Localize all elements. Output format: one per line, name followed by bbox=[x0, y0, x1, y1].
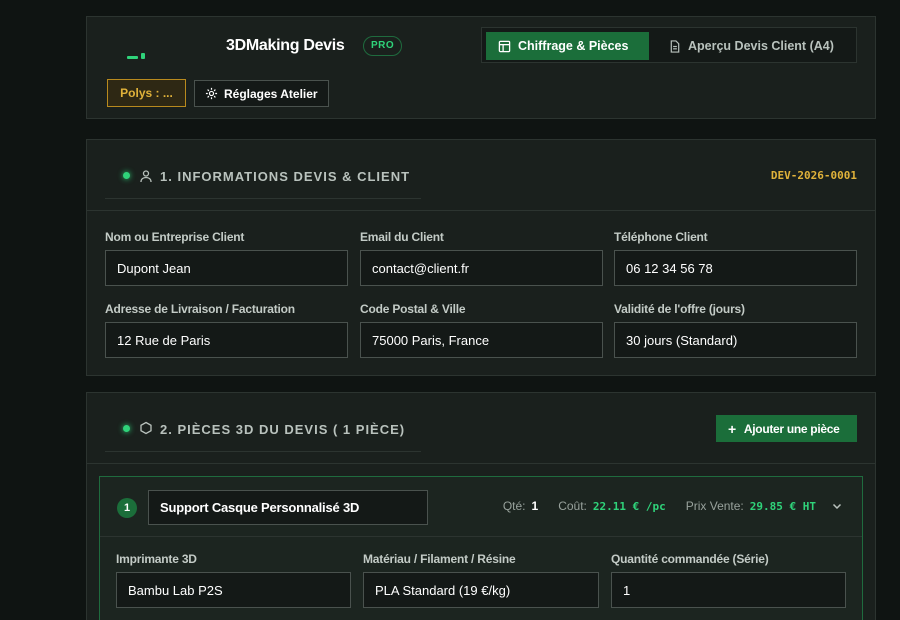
layout-icon bbox=[498, 40, 511, 52]
quantity-label: Quantité commandée (Série) bbox=[611, 552, 769, 566]
piece-card: 1 Support Casque Personnalisé 3D Qté: 1 … bbox=[99, 476, 863, 620]
printer-label: Imprimante 3D bbox=[116, 552, 197, 566]
document-icon bbox=[670, 39, 680, 53]
add-piece-label: Ajouter une pièce bbox=[743, 421, 840, 436]
client-name-label: Nom ou Entreprise Client bbox=[105, 230, 245, 244]
polys-button[interactable]: Polys : ... bbox=[107, 79, 186, 107]
chevron-down-icon[interactable] bbox=[830, 499, 844, 513]
cost-value: 22.11 € /pc bbox=[592, 499, 666, 513]
section-title: 2. PIÈCES 3D DU DEVIS ( 1 PIÈCE) bbox=[160, 422, 406, 437]
piece-name-input[interactable]: Support Casque Personnalisé 3D bbox=[148, 490, 428, 525]
client-phone-label: Téléphone Client bbox=[614, 230, 708, 244]
cost-label: Coût: bbox=[558, 499, 587, 513]
validity-select[interactable]: 30 jours (Standard) bbox=[614, 322, 857, 358]
client-email-input[interactable]: contact@client.fr bbox=[360, 250, 603, 286]
section-header: 2. PIÈCES 3D DU DEVIS ( 1 PIÈCE) + Ajout… bbox=[87, 393, 875, 464]
section-header: 1. INFORMATIONS DEVIS & CLIENT DEV-2026-… bbox=[87, 140, 875, 211]
devis-number: DEV-2026-0001 bbox=[770, 169, 857, 182]
qty-value: 1 bbox=[531, 499, 539, 513]
client-phone-input[interactable]: 06 12 34 56 78 bbox=[614, 250, 857, 286]
address-label: Adresse de Livraison / Facturation bbox=[105, 302, 295, 316]
add-piece-button[interactable]: + Ajouter une pièce bbox=[716, 415, 857, 442]
divider bbox=[105, 198, 421, 199]
address-input[interactable]: 12 Rue de Paris bbox=[105, 322, 348, 358]
quantity-input[interactable]: 1 bbox=[611, 572, 846, 608]
plus-icon: + bbox=[728, 420, 736, 437]
postal-city-label: Code Postal & Ville bbox=[360, 302, 466, 316]
validity-label: Validité de l'offre (jours) bbox=[614, 302, 745, 316]
printer-select[interactable]: Bambu Lab P2S bbox=[116, 572, 351, 608]
gear-icon bbox=[205, 87, 218, 100]
tab-label: Aperçu Devis Client (A4) bbox=[688, 39, 834, 53]
piece-header[interactable]: 1 Support Casque Personnalisé 3D Qté: 1 … bbox=[100, 477, 862, 537]
material-select[interactable]: PLA Standard (19 €/kg) bbox=[363, 572, 599, 608]
client-email-label: Email du Client bbox=[360, 230, 444, 244]
section-title: 1. INFORMATIONS DEVIS & CLIENT bbox=[160, 169, 411, 184]
view-switcher: Chiffrage & Pièces Aperçu Devis Client (… bbox=[481, 27, 857, 63]
client-name-input[interactable]: Dupont Jean bbox=[105, 250, 348, 286]
piece-summary: Qté: 1 Coût: 22.11 € /pc Prix Vente: 29.… bbox=[503, 499, 844, 513]
client-info-section: 1. INFORMATIONS DEVIS & CLIENT DEV-2026-… bbox=[86, 139, 876, 376]
status-dot bbox=[123, 425, 130, 432]
pro-badge: PRO bbox=[363, 36, 403, 56]
postal-city-input[interactable]: 75000 Paris, France bbox=[360, 322, 603, 358]
price-value: 29.85 € HT bbox=[749, 499, 816, 513]
brand-title: 3DMaking Devis bbox=[226, 37, 345, 54]
tab-label: Chiffrage & Pièces bbox=[518, 39, 629, 53]
material-label: Matériau / Filament / Résine bbox=[363, 552, 516, 566]
logo-icon bbox=[127, 49, 151, 59]
piece-number-badge: 1 bbox=[117, 498, 137, 518]
pieces-section: 2. PIÈCES 3D DU DEVIS ( 1 PIÈCE) + Ajout… bbox=[86, 392, 876, 620]
app-header: 3DMaking Devis PRO Chiffrage & Pièces Ap… bbox=[86, 16, 876, 119]
user-icon bbox=[140, 170, 152, 183]
qty-label: Qté: bbox=[502, 499, 526, 513]
status-dot bbox=[123, 172, 130, 179]
settings-button[interactable]: Réglages Atelier bbox=[194, 80, 329, 107]
tab-chiffrage[interactable]: Chiffrage & Pièces bbox=[486, 32, 649, 60]
hexagon-icon bbox=[140, 421, 152, 435]
tab-apercu[interactable]: Aperçu Devis Client (A4) bbox=[657, 32, 846, 60]
divider bbox=[105, 451, 421, 452]
price-label: Prix Vente: bbox=[685, 499, 744, 513]
settings-label: Réglages Atelier bbox=[224, 86, 318, 101]
